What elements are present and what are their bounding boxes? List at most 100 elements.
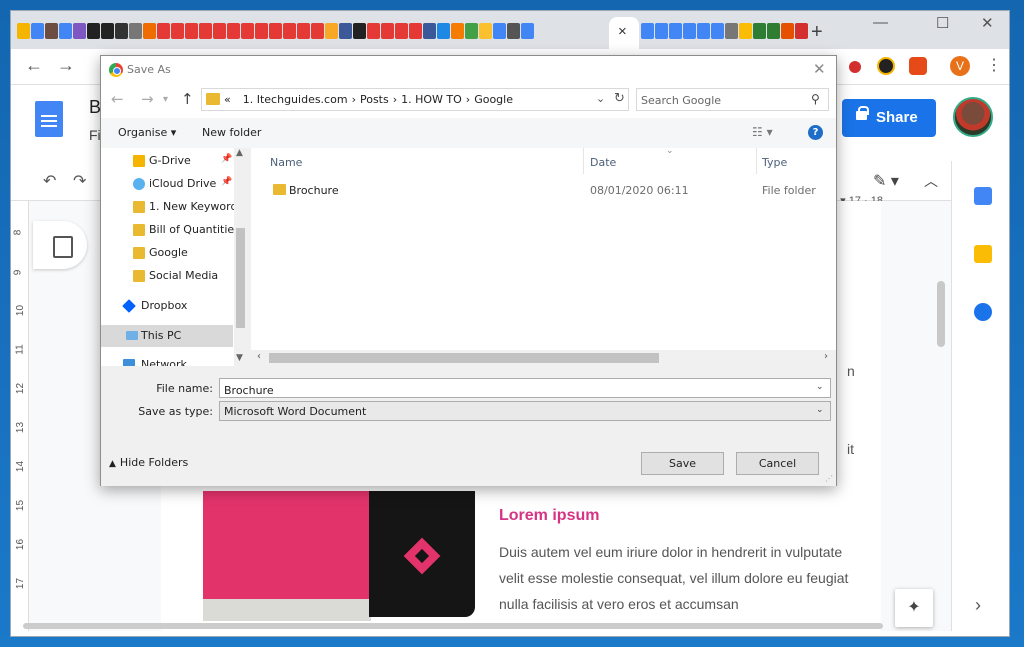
column-name[interactable]: Name bbox=[270, 156, 302, 169]
folder-icon bbox=[206, 93, 220, 105]
file-name-input[interactable] bbox=[220, 381, 810, 400]
back-icon[interactable]: ← bbox=[25, 55, 43, 76]
breadcrumb: « 1. Itechguides.com › Posts › 1. HOW TO… bbox=[224, 93, 513, 106]
nav-item-google[interactable]: Google bbox=[101, 242, 233, 264]
refresh-icon[interactable]: ↻ bbox=[614, 91, 625, 106]
explore-button[interactable]: ✦ bbox=[895, 589, 933, 627]
nav-scrollbar[interactable]: ▲ ▼ bbox=[234, 148, 247, 366]
dialog-titlebar: Save As ✕ bbox=[101, 56, 836, 84]
column-date[interactable]: Date bbox=[590, 156, 616, 169]
nav-item-this-pc[interactable]: This PC bbox=[101, 325, 233, 347]
vertical-scrollbar[interactable] bbox=[937, 281, 945, 347]
folder-icon bbox=[133, 270, 145, 282]
breadcrumb-item[interactable]: Posts bbox=[360, 93, 389, 106]
side-panel bbox=[951, 161, 1009, 631]
extension-icon[interactable] bbox=[849, 61, 861, 73]
search-box[interactable]: ⚲ bbox=[636, 88, 829, 111]
back-icon[interactable]: ← bbox=[111, 90, 124, 108]
file-menu[interactable]: Fi bbox=[89, 127, 101, 143]
horizontal-scrollbar[interactable]: ‹ › bbox=[251, 350, 836, 366]
hide-folders-toggle[interactable]: ▲ Hide Folders bbox=[109, 456, 188, 469]
nav-item-dropbox[interactable]: Dropbox bbox=[101, 295, 233, 317]
share-button[interactable]: Share bbox=[842, 99, 936, 137]
new-tab-button[interactable]: + bbox=[811, 21, 823, 44]
extension-icon[interactable] bbox=[877, 57, 895, 75]
docs-logo-icon[interactable] bbox=[35, 101, 63, 137]
save-form: File name: ⌄ Save as type: Microsoft Wor… bbox=[101, 366, 836, 486]
nav-item-social-media[interactable]: Social Media bbox=[101, 265, 233, 287]
maximize-icon[interactable]: ☐ bbox=[936, 14, 949, 32]
nav-item-network[interactable]: Network bbox=[101, 354, 233, 366]
view-options-icon[interactable]: ☷ ▾ bbox=[752, 125, 773, 139]
pin-icon: 📌 bbox=[221, 177, 233, 187]
chevron-down-icon[interactable]: ⌄ bbox=[596, 92, 605, 105]
file-name-label: File name: bbox=[156, 382, 213, 395]
address-bar[interactable]: « 1. Itechguides.com › Posts › 1. HOW TO… bbox=[201, 88, 629, 111]
up-icon[interactable]: ↑ bbox=[181, 90, 194, 108]
active-tab[interactable]: × bbox=[609, 17, 639, 49]
tab-strip: × + — ☐ ✕ bbox=[11, 11, 1009, 49]
scroll-left-icon[interactable]: ‹ bbox=[257, 351, 261, 362]
nav-item-new-keyword[interactable]: 1. New Keyword bbox=[101, 196, 237, 218]
undo-icon[interactable]: ↶ bbox=[43, 171, 56, 191]
phone-illustration bbox=[203, 491, 475, 621]
forward-icon[interactable]: → bbox=[57, 55, 75, 76]
new-folder-button[interactable]: New folder bbox=[202, 126, 261, 139]
help-icon[interactable]: ? bbox=[808, 125, 823, 140]
file-name-field[interactable]: ⌄ bbox=[219, 378, 831, 400]
resize-grip-icon[interactable]: ⋰ bbox=[825, 474, 833, 483]
profile-avatar[interactable]: V bbox=[950, 56, 970, 76]
tasks-icon[interactable] bbox=[974, 303, 992, 321]
forward-icon[interactable]: → bbox=[141, 90, 154, 108]
user-avatar[interactable] bbox=[953, 97, 993, 137]
search-icon[interactable]: ⚲ bbox=[811, 92, 820, 106]
lock-icon bbox=[856, 106, 869, 120]
dialog-close-icon[interactable]: ✕ bbox=[813, 60, 826, 78]
file-list-header: Name Date ⌄ Type bbox=[251, 146, 836, 174]
chevron-up-icon: ▲ bbox=[109, 459, 116, 469]
file-row[interactable]: Brochure 08/01/2020 06:11 File folder bbox=[251, 180, 836, 202]
nav-item-g-drive[interactable]: G-Drive 📌 bbox=[101, 150, 233, 172]
chrome-icon bbox=[109, 63, 123, 77]
editing-mode-icon[interactable]: ✎ ▾ bbox=[873, 171, 899, 191]
file-list: Name Date ⌄ Type Brochure 08/01/2020 06:… bbox=[251, 146, 836, 366]
nav-item-icloud-drive[interactable]: iCloud Drive 📌 bbox=[101, 173, 233, 195]
sort-indicator-icon: ⌄ bbox=[666, 146, 674, 156]
lorem-heading: Lorem ipsum bbox=[499, 507, 600, 524]
document-outline-button[interactable] bbox=[33, 221, 87, 269]
scroll-down-icon[interactable]: ▼ bbox=[236, 353, 243, 363]
minimize-icon[interactable]: — bbox=[873, 14, 888, 31]
organise-button[interactable]: Organise ▾ bbox=[118, 126, 176, 139]
scroll-up-icon[interactable]: ▲ bbox=[236, 148, 243, 158]
tab-favicons-right[interactable] bbox=[641, 23, 808, 39]
close-icon[interactable]: × bbox=[618, 23, 627, 40]
search-input[interactable] bbox=[641, 91, 801, 110]
save-type-select[interactable]: Microsoft Word Document ⌄ bbox=[219, 401, 831, 421]
horizontal-scrollbar[interactable] bbox=[23, 623, 883, 629]
brave-icon[interactable] bbox=[909, 57, 927, 75]
chevron-down-icon[interactable]: ⌄ bbox=[816, 382, 824, 392]
expand-panel-icon[interactable]: › bbox=[975, 595, 981, 616]
menu-icon[interactable]: ⋮ bbox=[986, 55, 1002, 75]
cancel-button[interactable]: Cancel bbox=[736, 452, 819, 475]
pin-icon: 📌 bbox=[221, 154, 233, 164]
window-close-icon[interactable]: ✕ bbox=[981, 14, 994, 32]
save-type-label: Save as type: bbox=[138, 405, 213, 418]
calendar-icon[interactable] bbox=[974, 187, 992, 205]
breadcrumb-item[interactable]: Google bbox=[474, 93, 513, 106]
column-type[interactable]: Type bbox=[762, 156, 787, 169]
tab-favicons[interactable] bbox=[17, 23, 534, 45]
recent-dropdown-icon[interactable]: ▾ bbox=[163, 94, 168, 105]
collapse-icon[interactable]: ︿ bbox=[924, 171, 938, 191]
breadcrumb-item[interactable]: 1. Itechguides.com bbox=[243, 93, 348, 106]
scroll-right-icon[interactable]: › bbox=[824, 351, 828, 362]
nav-item-bill-of-quantities[interactable]: Bill of Quantities bbox=[101, 219, 240, 241]
breadcrumb-item[interactable]: 1. HOW TO bbox=[401, 93, 462, 106]
vertical-ruler: 8 9 10 11 12 13 14 15 16 17 bbox=[11, 201, 29, 631]
redo-icon[interactable]: ↷ bbox=[73, 171, 86, 191]
chevron-down-icon[interactable]: ⌄ bbox=[816, 405, 824, 415]
share-label: Share bbox=[876, 109, 918, 126]
text-fragment: it bbox=[847, 441, 854, 457]
keep-icon[interactable] bbox=[974, 245, 992, 263]
save-button[interactable]: Save bbox=[641, 452, 724, 475]
